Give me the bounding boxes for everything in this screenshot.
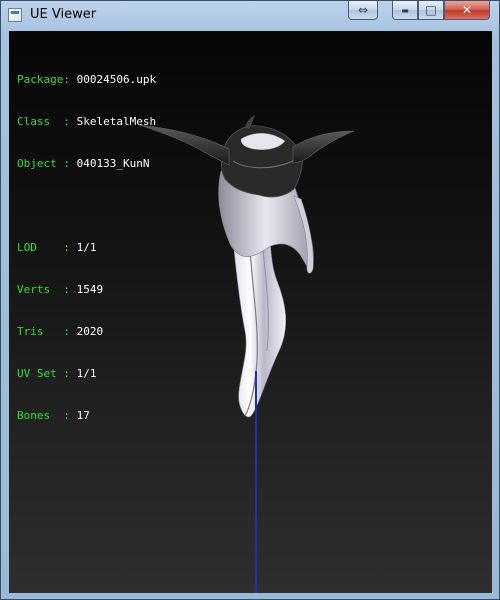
restore-button[interactable]: ⇔ [348, 1, 378, 20]
3d-viewport[interactable]: Package: 00024506.upk Class : SkeletalMe… [9, 31, 492, 593]
title-bar[interactable]: UE Viewer ⇔ ▬ □ ✕ [1, 1, 500, 31]
close-button[interactable]: ✕ [444, 1, 490, 20]
mesh-render [138, 115, 355, 418]
maximize-icon: □ [425, 3, 437, 17]
horn-right [292, 130, 355, 164]
app-window: UE Viewer ⇔ ▬ □ ✕ Package: 00024506.upk … [0, 0, 500, 600]
bone-axis-line [255, 371, 257, 593]
horn-left [138, 124, 230, 166]
minimize-icon: ▬ [401, 5, 409, 15]
minimize-button[interactable]: ▬ [392, 1, 418, 20]
restore-icon: ⇔ [357, 3, 369, 17]
app-icon [8, 8, 22, 22]
maximize-button[interactable]: □ [418, 1, 444, 20]
window-title: UE Viewer [30, 7, 97, 22]
close-icon: ✕ [461, 3, 473, 17]
